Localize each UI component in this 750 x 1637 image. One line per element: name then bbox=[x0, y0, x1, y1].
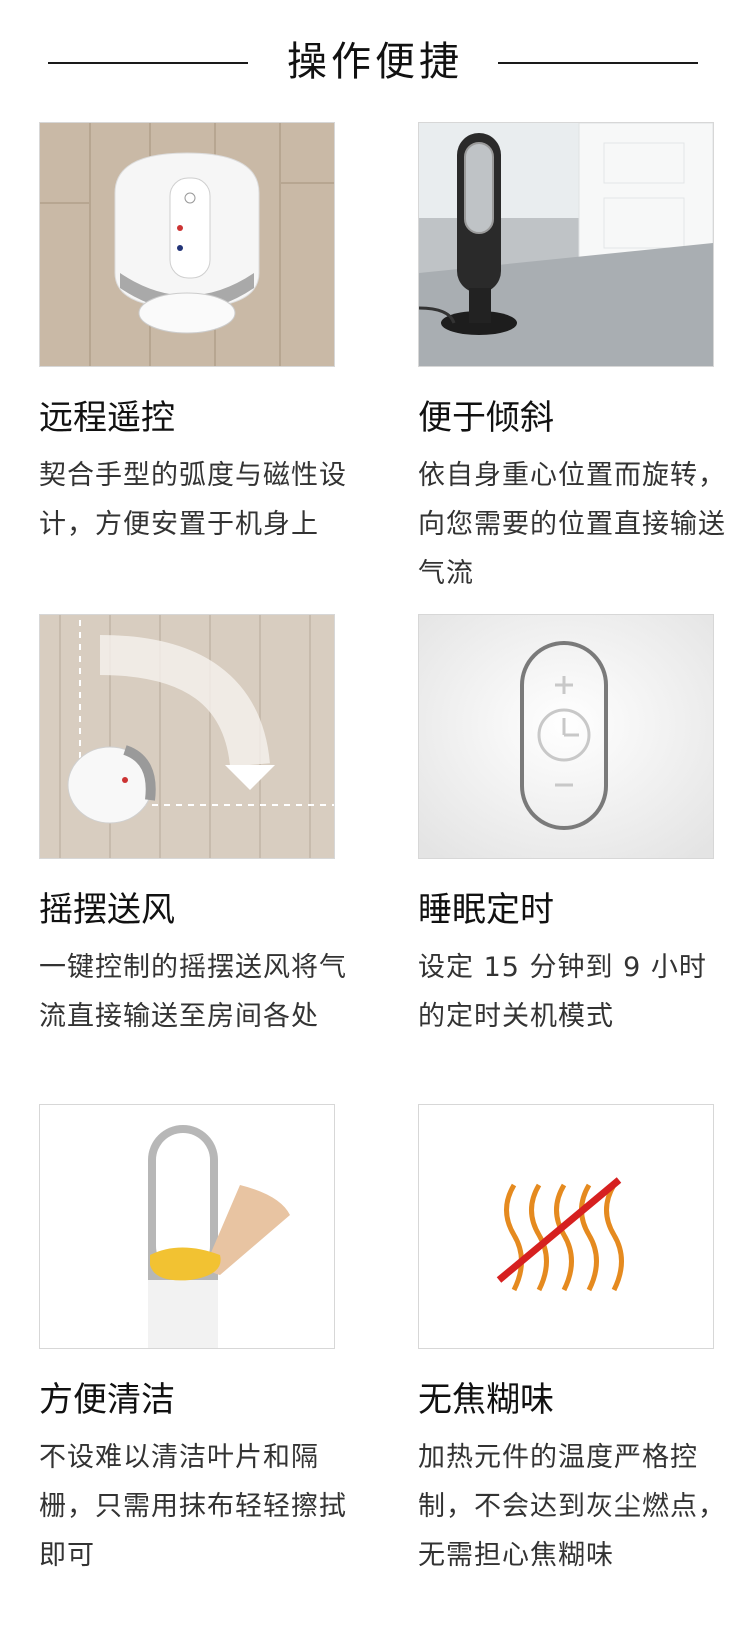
feature-card-sleep-timer: 睡眠定时 设定 15 分钟到 9 小时的定时关机模式 bbox=[418, 614, 748, 1041]
section-header: 操作便捷 bbox=[0, 0, 750, 118]
feature-description: 加热元件的温度严格控制，不会达到灰尘燃点，无需担心焦糊味 bbox=[418, 1442, 726, 1571]
remote-control-on-fan-icon bbox=[39, 122, 335, 367]
oscillation-arrow-icon bbox=[39, 614, 335, 859]
feature-card-remote: 远程遥控 契合手型的弧度与磁性设计，方便安置于机身上 bbox=[39, 122, 369, 549]
feature-title: 无焦糊味 bbox=[418, 1380, 554, 1420]
sleep-timer-clock-icon bbox=[418, 614, 714, 859]
feature-title: 便于倾斜 bbox=[418, 398, 554, 438]
feature-description: 不设难以清洁叶片和隔栅，只需用抹布轻轻擦拭即可 bbox=[39, 1442, 347, 1571]
feature-title: 远程遥控 bbox=[39, 398, 175, 438]
no-burnt-smell-icon bbox=[418, 1104, 714, 1349]
tilted-fan-icon bbox=[418, 122, 714, 367]
feature-description: 设定 15 分钟到 9 小时的定时关机模式 bbox=[418, 952, 707, 1032]
wipe-cleaning-icon bbox=[39, 1104, 335, 1349]
feature-description: 依自身重心位置而旋转，向您需要的位置直接输送气流 bbox=[418, 460, 726, 589]
feature-card-no-burnt-smell: 无焦糊味 加热元件的温度严格控制，不会达到灰尘燃点，无需担心焦糊味 bbox=[418, 1104, 748, 1580]
feature-title: 摇摆送风 bbox=[39, 890, 175, 930]
feature-description: 契合手型的弧度与磁性设计，方便安置于机身上 bbox=[39, 460, 347, 540]
feature-title: 睡眠定时 bbox=[418, 890, 554, 930]
feature-card-cleaning: 方便清洁 不设难以清洁叶片和隔栅，只需用抹布轻轻擦拭即可 bbox=[39, 1104, 369, 1580]
feature-title: 方便清洁 bbox=[39, 1380, 175, 1420]
feature-card-tilt: 便于倾斜 依自身重心位置而旋转，向您需要的位置直接输送气流 bbox=[418, 122, 748, 598]
feature-description: 一键控制的摇摆送风将气流直接输送至房间各处 bbox=[39, 952, 347, 1032]
feature-card-oscillation: 摇摆送风 一键控制的摇摆送风将气流直接输送至房间各处 bbox=[39, 614, 369, 1041]
header-divider-right bbox=[498, 62, 698, 64]
